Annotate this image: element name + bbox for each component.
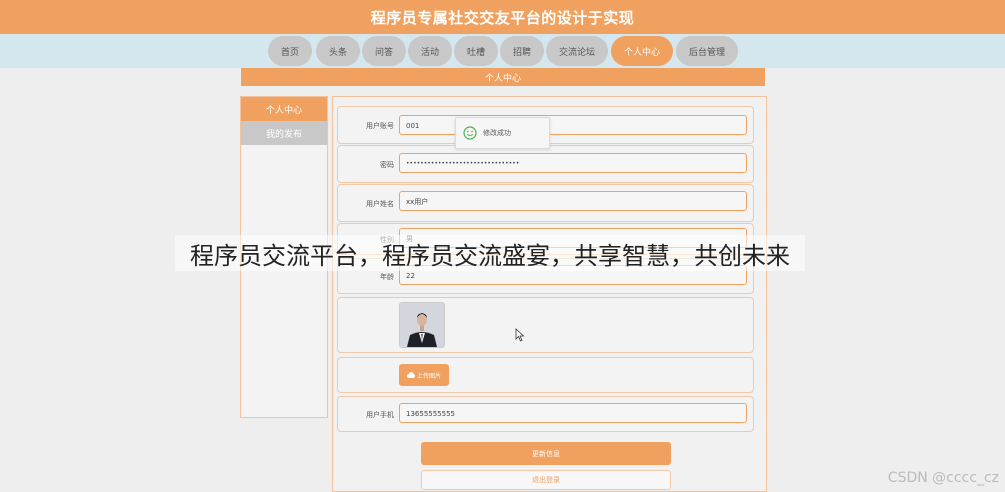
nav-item-headlines[interactable]: 头条: [316, 36, 360, 66]
avatar[interactable]: [399, 302, 445, 348]
smile-icon: [463, 126, 477, 140]
nav-item-activities[interactable]: 活动: [408, 36, 452, 66]
section-title: 个人中心: [241, 68, 765, 86]
overlay-caption: 程序员交流平台，程序员交流盛宴，共享智慧，共创未来: [175, 235, 805, 271]
form-row-phone: 用户手机 13655555555: [337, 396, 754, 432]
logout-button[interactable]: 退出登录: [421, 470, 671, 490]
phone-input[interactable]: 13655555555: [399, 403, 747, 423]
main-nav: 首页 头条 问答 活动 吐槽 招聘 交流论坛 个人中心 后台管理: [0, 36, 1005, 66]
phone-label: 用户手机: [366, 411, 394, 419]
password-input[interactable]: ••••••••••••••••••••••••••••••••: [399, 153, 747, 173]
password-label: 密码: [380, 161, 394, 169]
nav-item-jobs[interactable]: 招聘: [500, 36, 544, 66]
upload-image-button[interactable]: 上传图片: [399, 364, 449, 386]
nav-item-forum[interactable]: 交流论坛: [546, 36, 608, 66]
name-label: 用户姓名: [366, 200, 394, 208]
app-header: 程序员专属社交交友平台的设计于实现: [0, 0, 1005, 34]
nav-item-personal-center[interactable]: 个人中心: [611, 36, 673, 66]
account-label: 用户账号: [366, 122, 394, 130]
form-row-password: 密码 ••••••••••••••••••••••••••••••••: [337, 145, 754, 183]
mouse-cursor-icon: [515, 328, 525, 342]
watermark: CSDN @cccc_cz: [887, 470, 999, 486]
toast-message: 修改成功: [483, 129, 511, 137]
upload-image-label: 上传图片: [416, 372, 441, 380]
form-row-name: 用户姓名 xx用户: [337, 184, 754, 222]
sidebar-item-my-posts[interactable]: 我的发布: [241, 121, 327, 145]
success-toast: 修改成功: [455, 117, 550, 149]
name-input[interactable]: xx用户: [399, 191, 747, 211]
update-info-button[interactable]: 更新信息: [421, 442, 671, 465]
nav-item-qa[interactable]: 问答: [362, 36, 406, 66]
cloud-upload-icon: [406, 372, 415, 378]
age-label: 年龄: [380, 273, 394, 281]
nav-item-home[interactable]: 首页: [268, 36, 312, 66]
nav-item-complaints[interactable]: 吐槽: [454, 36, 498, 66]
account-input[interactable]: 001: [399, 115, 747, 135]
app-title: 程序员专属社交交友平台的设计于实现: [370, 8, 635, 27]
sidebar-item-personal-center[interactable]: 个人中心: [241, 97, 327, 121]
avatar-image: [400, 303, 444, 347]
nav-item-admin[interactable]: 后台管理: [676, 36, 738, 66]
